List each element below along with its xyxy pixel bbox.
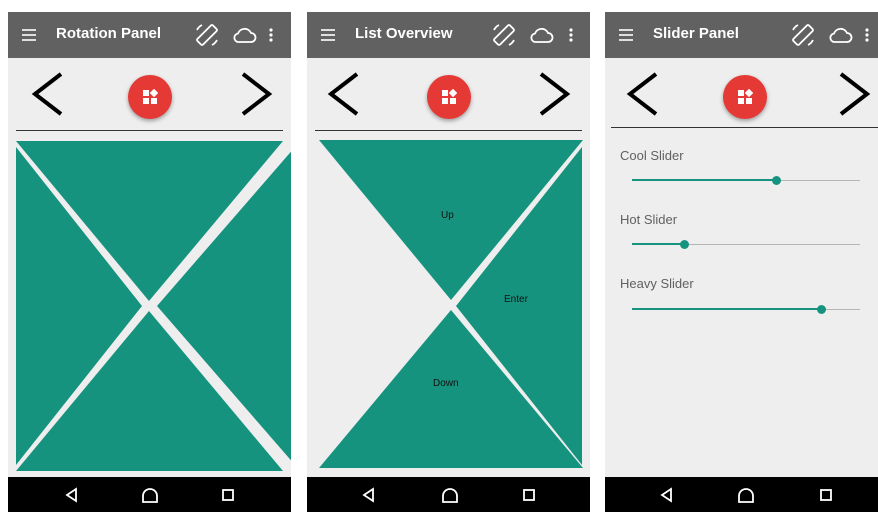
square-recents-icon[interactable] <box>217 484 239 506</box>
cool-slider-fill <box>632 179 776 181</box>
list-pad <box>319 140 583 468</box>
hot-slider-thumb[interactable] <box>680 240 690 249</box>
cool-slider[interactable] <box>632 176 860 185</box>
chevron-right-icon[interactable] <box>827 68 877 120</box>
screen-rotation-icon[interactable] <box>788 20 818 50</box>
dashboard-fab-button[interactable] <box>723 75 767 119</box>
navigation-row <box>605 58 878 130</box>
dashboard-icon <box>738 89 753 104</box>
cloud-outline-icon[interactable] <box>826 20 854 50</box>
chevron-left-icon[interactable] <box>620 68 670 120</box>
enter-label: Enter <box>504 294 528 305</box>
cool-slider-thumb[interactable] <box>771 176 781 185</box>
slider-panel-screen: Slider Panel Cool Slider Hot Slider Heav… <box>605 12 878 512</box>
down-label: Down <box>433 378 459 389</box>
heavy-slider[interactable] <box>632 305 860 314</box>
more-vert-icon[interactable] <box>860 20 874 50</box>
square-recents-icon[interactable] <box>815 484 837 506</box>
heavy-slider-thumb[interactable] <box>817 305 827 314</box>
hamburger-menu-icon[interactable] <box>615 24 637 46</box>
rotation-pad <box>16 141 291 471</box>
triangle-back-icon[interactable] <box>61 484 83 506</box>
up-label: Up <box>441 210 454 221</box>
app-title: Slider Panel <box>653 25 739 42</box>
system-nav-bar <box>307 477 590 512</box>
system-nav-bar <box>8 477 291 512</box>
app-bar: Slider Panel <box>605 12 878 58</box>
divider <box>611 127 878 128</box>
hot-slider-label: Hot Slider <box>620 212 678 227</box>
triangle-back-icon[interactable] <box>358 484 380 506</box>
hot-slider-fill <box>632 243 685 245</box>
heavy-slider-fill <box>632 308 822 310</box>
system-nav-bar <box>605 477 878 512</box>
cool-slider-label: Cool Slider <box>620 148 684 163</box>
circle-home-icon[interactable] <box>439 484 461 506</box>
hot-slider[interactable] <box>632 240 860 249</box>
square-recents-icon[interactable] <box>518 484 540 506</box>
triangle-back-icon[interactable] <box>656 484 678 506</box>
rotation-panel-screen: Rotation Panel <box>8 12 291 512</box>
circle-home-icon[interactable] <box>735 484 757 506</box>
heavy-slider-label: Heavy Slider <box>620 276 694 291</box>
list-overview-screen: List Overview Up Enter Down <box>307 12 590 512</box>
circle-home-icon[interactable] <box>139 484 161 506</box>
